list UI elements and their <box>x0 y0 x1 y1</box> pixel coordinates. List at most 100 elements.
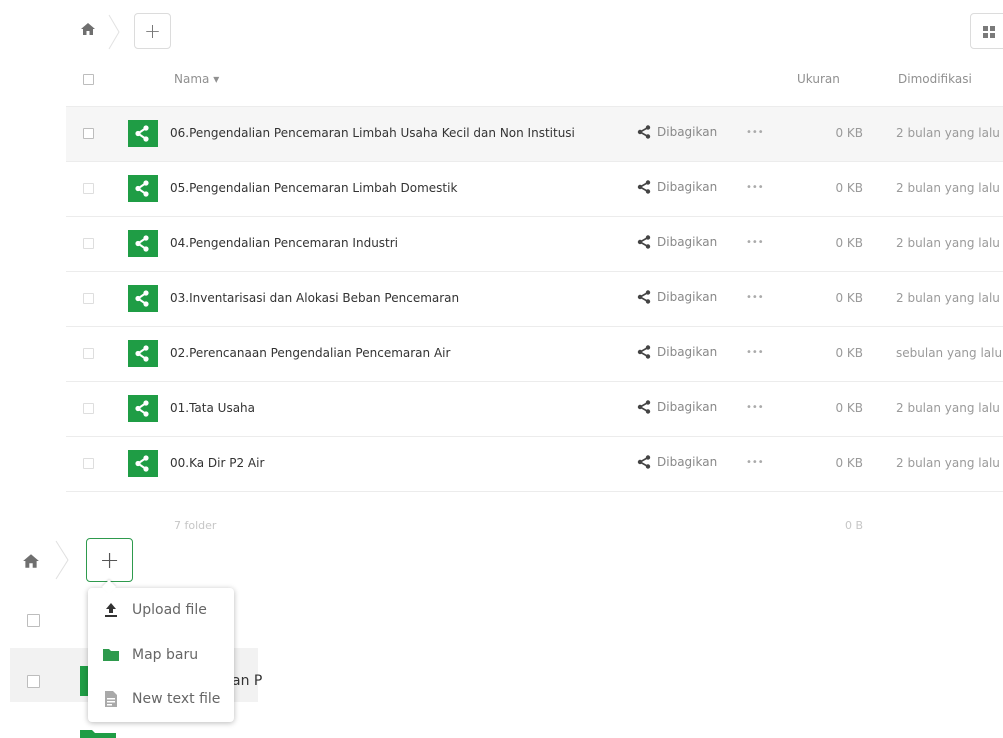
row-checkbox[interactable] <box>27 675 40 688</box>
share-icon <box>637 400 651 414</box>
row-checkbox[interactable] <box>83 458 94 469</box>
table-row[interactable]: 03.Inventarisasi dan Alokasi Beban Pence… <box>66 272 1003 327</box>
file-name[interactable]: 03.Inventarisasi dan Alokasi Beban Pence… <box>170 291 459 305</box>
grid-view-icon-part <box>990 26 995 31</box>
file-size: 0 KB <box>835 456 863 470</box>
table-row[interactable]: 02.Perencanaan Pengendalian Pencemaran A… <box>66 327 1003 382</box>
share-label: Dibagikan <box>657 345 718 359</box>
row-checkbox[interactable] <box>83 128 94 139</box>
grid-view-icon-part <box>983 33 988 38</box>
more-actions-icon[interactable]: ••• <box>746 127 764 138</box>
share-label: Dibagikan <box>657 455 718 469</box>
grid-view-icon <box>983 26 988 31</box>
table-row[interactable]: 04.Pengendalian Pencemaran Industri Dibag… <box>66 217 1003 272</box>
file-modified: 2 bulan yang lalu <box>896 181 1000 195</box>
file-name[interactable]: 05.Pengendalian Pencemaran Limbah Domest… <box>170 181 457 195</box>
table-row[interactable]: 01.Tata Usaha Dibagikan ••• 0 KB 2 bulan yan… <box>66 382 1003 437</box>
grid-view-icon-part <box>990 33 995 38</box>
share-label: Dibagikan <box>657 180 718 194</box>
shared-folder-icon <box>128 340 158 367</box>
share-icon <box>637 290 651 304</box>
home-icon[interactable] <box>22 552 42 572</box>
breadcrumb-separator <box>55 540 69 580</box>
file-name[interactable]: 00.Ka Dir P2 Air <box>170 456 264 470</box>
share-action[interactable]: Dibagikan <box>637 125 717 139</box>
file-table: Nama ▾ Ukuran Dimodifikasi 06.Pengendali… <box>66 56 1003 554</box>
table-row[interactable]: 06.Pengendalian Pencemaran Limbah Usaha … <box>66 107 1003 162</box>
file-modified: 2 bulan yang lalu <box>896 456 1000 470</box>
file-size: 0 KB <box>835 126 863 140</box>
share-action[interactable]: Dibagikan <box>637 235 717 249</box>
column-name-header[interactable]: Nama ▾ <box>174 72 219 86</box>
share-label: Dibagikan <box>657 400 718 414</box>
file-size: 0 KB <box>835 401 863 415</box>
file-name[interactable]: 06.Pengendalian Pencemaran Limbah Usaha … <box>170 126 575 140</box>
files-toolbar: + <box>0 0 1003 64</box>
share-label: Dibagikan <box>657 235 718 249</box>
file-size: 0 KB <box>835 236 863 250</box>
share-action[interactable]: Dibagikan <box>637 455 717 469</box>
file-size: 0 KB <box>835 346 863 360</box>
file-modified: 2 bulan yang lalu <box>896 126 1000 140</box>
folder-icon <box>103 649 119 661</box>
shared-folder-icon <box>128 175 158 202</box>
grid-view-button[interactable] <box>970 13 1003 49</box>
row-checkbox[interactable] <box>83 293 94 304</box>
share-action[interactable]: Dibagikan <box>637 345 717 359</box>
share-action[interactable]: Dibagikan <box>637 400 717 414</box>
table-row[interactable]: 05.Pengendalian Pencemaran Limbah Domest… <box>66 162 1003 217</box>
new-button[interactable]: + <box>134 13 171 49</box>
text-file-icon <box>105 691 117 707</box>
folder-icon <box>80 728 116 738</box>
file-modified: 2 bulan yang lalu <box>896 236 1000 250</box>
row-checkbox[interactable] <box>83 183 94 194</box>
menu-item-label: Upload file <box>132 602 207 618</box>
upload-icon <box>105 603 117 617</box>
more-actions-icon[interactable]: ••• <box>746 347 764 358</box>
menu-item-new-folder[interactable]: Map baru <box>88 633 234 677</box>
column-size-header[interactable]: Ukuran <box>797 72 840 86</box>
select-all-checkbox[interactable] <box>27 614 40 627</box>
share-icon <box>637 235 651 249</box>
shared-folder-icon <box>128 120 158 147</box>
share-action[interactable]: Dibagikan <box>637 290 717 304</box>
more-actions-icon[interactable]: ••• <box>746 237 764 248</box>
home-icon[interactable] <box>80 21 100 41</box>
select-all-checkbox[interactable] <box>83 74 94 85</box>
menu-item-new-text-file[interactable]: New text file <box>88 677 234 721</box>
row-checkbox[interactable] <box>83 403 94 414</box>
share-icon <box>637 180 651 194</box>
more-actions-icon[interactable]: ••• <box>746 457 764 468</box>
file-modified: sebulan yang lalu <box>896 346 1003 360</box>
table-header: Nama ▾ Ukuran Dimodifikasi <box>66 56 1003 107</box>
share-icon <box>637 455 651 469</box>
file-name-partial: an P <box>232 673 263 689</box>
menu-item-label: New text file <box>132 691 221 707</box>
new-button-label: + <box>99 546 120 574</box>
file-name[interactable]: 02.Perencanaan Pengendalian Pencemaran A… <box>170 346 450 360</box>
share-action[interactable]: Dibagikan <box>637 180 717 194</box>
table-row[interactable]: 00.Ka Dir P2 Air Dibagikan ••• 0 KB 2 bulan … <box>66 437 1003 492</box>
file-name[interactable]: 01.Tata Usaha <box>170 401 255 415</box>
shared-folder-icon <box>128 395 158 422</box>
share-label: Dibagikan <box>657 125 718 139</box>
file-name[interactable]: 04.Pengendalian Pencemaran Industri <box>170 236 398 250</box>
share-label: Dibagikan <box>657 290 718 304</box>
shared-folder-icon <box>128 450 158 477</box>
shared-folder-icon <box>128 285 158 312</box>
row-checkbox[interactable] <box>83 348 94 359</box>
new-button-active[interactable]: + <box>86 538 133 582</box>
file-modified: 2 bulan yang lalu <box>896 291 1000 305</box>
column-modified-header[interactable]: Dimodifikasi <box>898 72 972 86</box>
more-actions-icon[interactable]: ••• <box>746 292 764 303</box>
menu-item-label: Map baru <box>132 647 199 663</box>
menu-item-upload-file[interactable]: Upload file <box>88 588 234 632</box>
share-icon <box>637 345 651 359</box>
more-actions-icon[interactable]: ••• <box>746 402 764 413</box>
more-actions-icon[interactable]: ••• <box>746 182 764 193</box>
new-button-label: + <box>144 19 161 43</box>
file-modified: 2 bulan yang lalu <box>896 401 1000 415</box>
file-size: 0 KB <box>835 181 863 195</box>
row-checkbox[interactable] <box>83 238 94 249</box>
new-file-menu: Upload file Map baru New text file <box>88 579 234 722</box>
